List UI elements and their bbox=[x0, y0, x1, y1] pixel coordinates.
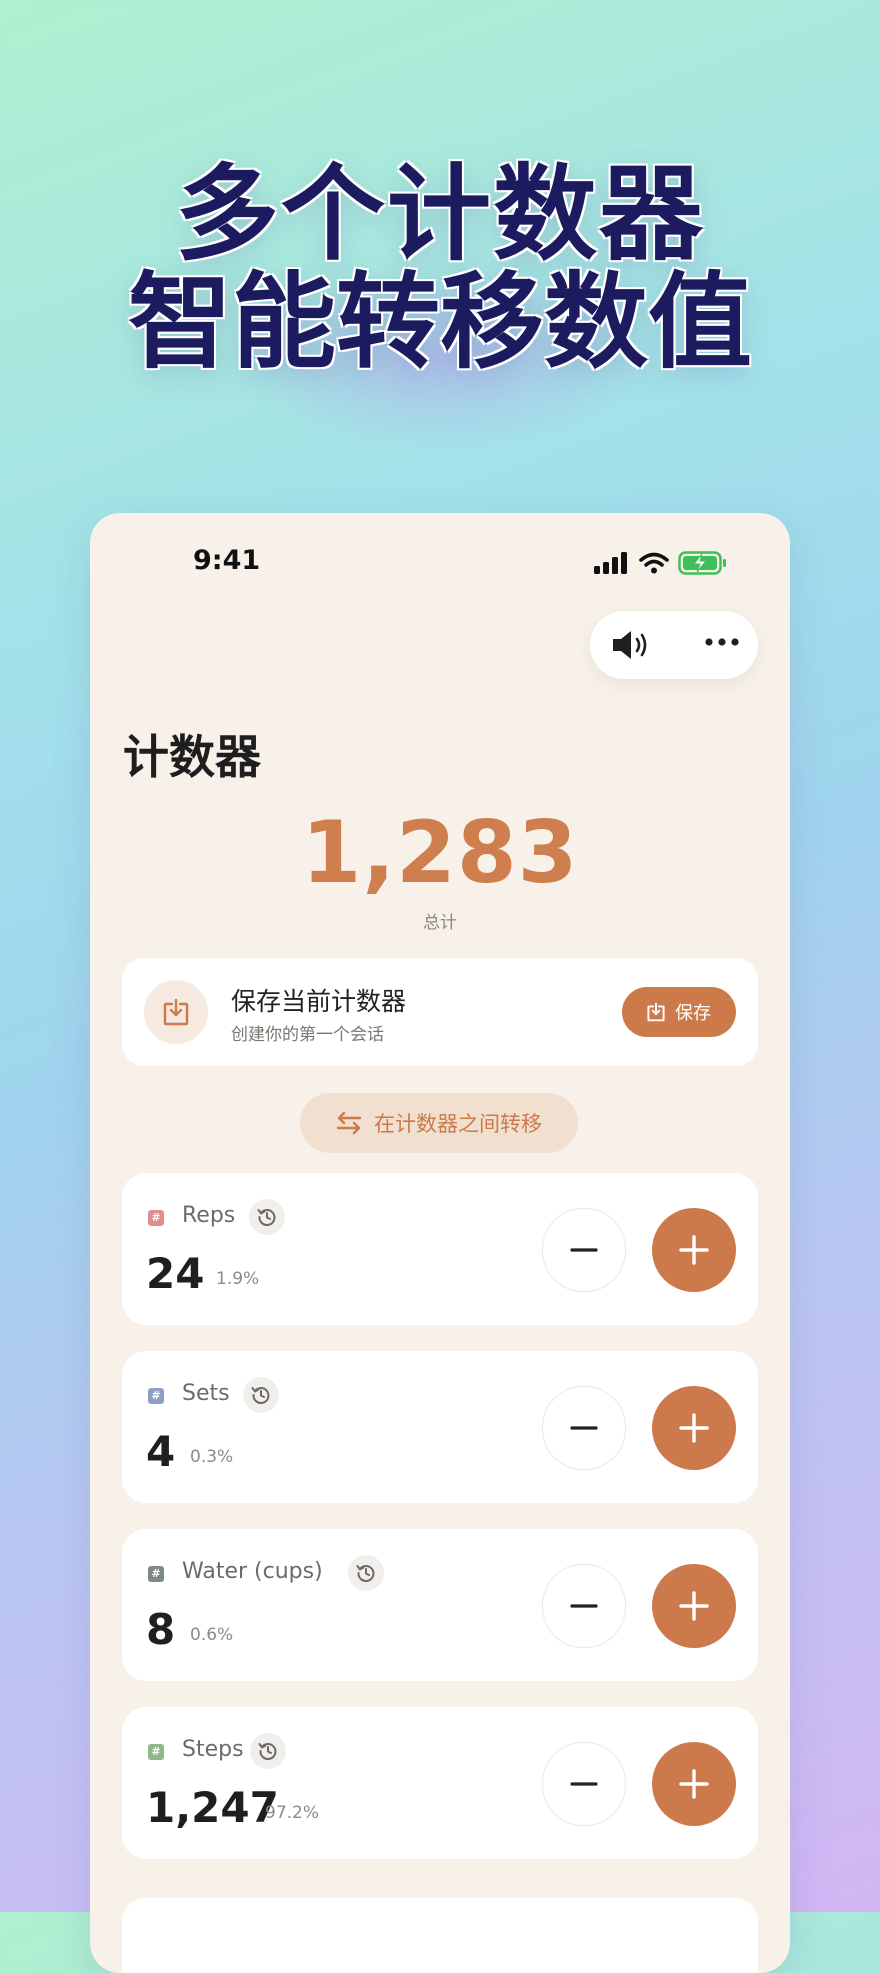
minus-icon bbox=[570, 1248, 598, 1252]
minus-icon bbox=[570, 1426, 598, 1430]
counter-value: 1,247 bbox=[146, 1783, 279, 1832]
counter-tag-icon: # bbox=[148, 1566, 164, 1582]
increment-button[interactable] bbox=[652, 1742, 736, 1826]
status-icons bbox=[594, 551, 728, 575]
counter-name: Reps bbox=[182, 1203, 236, 1228]
save-card-title: 保存当前计数器 bbox=[231, 987, 407, 1016]
decrement-button[interactable] bbox=[542, 1742, 626, 1826]
increment-button[interactable] bbox=[652, 1564, 736, 1648]
headline-line-2: 智能转移数值 bbox=[127, 261, 752, 383]
bottom-bar-peek bbox=[122, 1898, 758, 1973]
download-icon bbox=[647, 1002, 665, 1022]
battery-charging-icon bbox=[678, 551, 726, 575]
minus-icon bbox=[570, 1782, 598, 1786]
download-tray-icon bbox=[163, 998, 189, 1026]
counter-tag-icon: # bbox=[148, 1210, 164, 1226]
status-time: 9:41 bbox=[193, 545, 261, 576]
plus-icon bbox=[679, 1235, 709, 1265]
increment-button[interactable] bbox=[652, 1386, 736, 1470]
history-icon[interactable] bbox=[250, 1733, 286, 1769]
page-title: 计数器 bbox=[123, 730, 261, 784]
counter-value: 24 bbox=[146, 1249, 205, 1298]
plus-icon bbox=[679, 1591, 709, 1621]
counter-name: Sets bbox=[182, 1381, 230, 1406]
increment-button[interactable] bbox=[652, 1208, 736, 1292]
transfer-button-label: 在计数器之间转移 bbox=[374, 1112, 542, 1136]
decrement-button[interactable] bbox=[542, 1208, 626, 1292]
history-icon[interactable] bbox=[348, 1555, 384, 1591]
counter-percent: 97.2% bbox=[265, 1803, 320, 1823]
history-icon[interactable] bbox=[243, 1377, 279, 1413]
counter-value: 4 bbox=[146, 1427, 176, 1476]
decrement-button[interactable] bbox=[542, 1386, 626, 1470]
save-session-card: 保存当前计数器 创建你的第一个会话 保存 bbox=[122, 958, 758, 1066]
counter-percent: 0.3% bbox=[190, 1447, 234, 1467]
save-button[interactable]: 保存 bbox=[622, 987, 736, 1037]
phone-screen: 9:41 计数器 1,283 总计 保存当前计数器 创建你的第一个会话 保存 在… bbox=[90, 513, 790, 1973]
total-value: 1,283 bbox=[301, 803, 579, 903]
speaker-icon[interactable] bbox=[610, 628, 652, 662]
save-card-subtitle: 创建你的第一个会话 bbox=[231, 1025, 384, 1045]
plus-icon bbox=[679, 1769, 709, 1799]
promo-headline: 多个计数器 智能转移数值 bbox=[0, 160, 880, 376]
wifi-icon bbox=[639, 552, 669, 574]
counter-card-steps: # Steps 1,247 97.2% bbox=[122, 1707, 758, 1859]
history-icon[interactable] bbox=[249, 1199, 285, 1235]
counter-name: Steps bbox=[182, 1737, 244, 1762]
ellipsis-icon[interactable] bbox=[704, 637, 740, 647]
counter-tag-icon: # bbox=[148, 1388, 164, 1404]
counter-name: Water (cups) bbox=[182, 1559, 323, 1584]
transfer-button[interactable]: 在计数器之间转移 bbox=[300, 1093, 578, 1153]
counter-percent: 0.6% bbox=[190, 1625, 234, 1645]
status-bar: 9:41 bbox=[90, 545, 790, 595]
decrement-button[interactable] bbox=[542, 1564, 626, 1648]
total-label: 总计 bbox=[423, 913, 457, 933]
signal-icon bbox=[594, 552, 627, 574]
save-card-icon-circle bbox=[144, 980, 208, 1044]
toolbar-pill bbox=[590, 611, 758, 679]
headline-line-1: 多个计数器 bbox=[174, 153, 705, 275]
counter-card-water: # Water (cups) 8 0.6% bbox=[122, 1529, 758, 1681]
minus-icon bbox=[570, 1604, 598, 1608]
plus-icon bbox=[679, 1413, 709, 1443]
counter-value: 8 bbox=[146, 1605, 176, 1654]
counter-card-reps: # Reps 24 1.9% bbox=[122, 1173, 758, 1325]
swap-arrows-icon bbox=[336, 1111, 362, 1135]
counter-percent: 1.9% bbox=[216, 1269, 260, 1289]
counter-card-sets: # Sets 4 0.3% bbox=[122, 1351, 758, 1503]
counter-tag-icon: # bbox=[148, 1744, 164, 1760]
save-button-label: 保存 bbox=[675, 1003, 711, 1024]
